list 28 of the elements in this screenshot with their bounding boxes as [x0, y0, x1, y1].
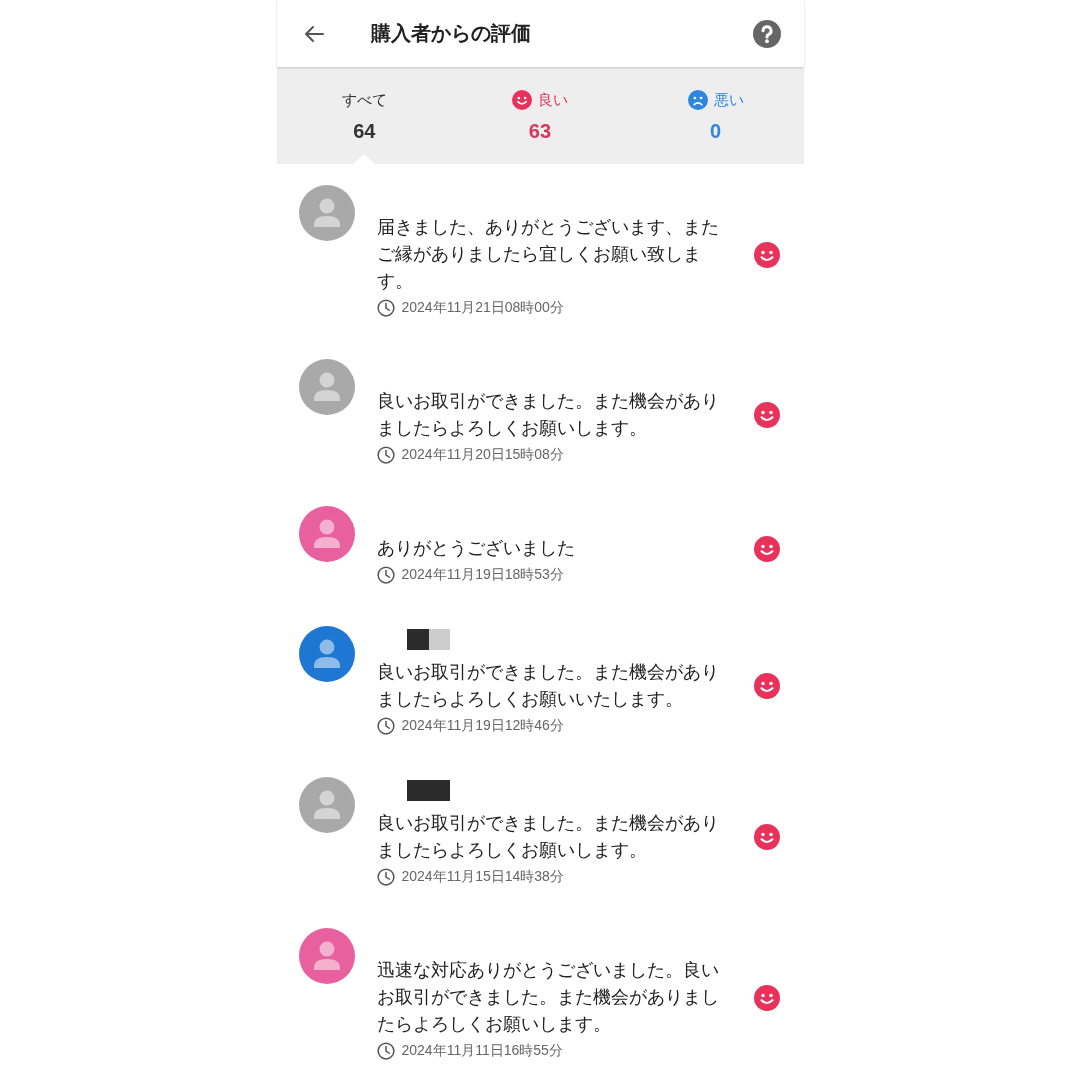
review-count: 64 — [353, 119, 376, 143]
clock-icon — [376, 717, 395, 735]
review-count: 0 — [710, 119, 722, 143]
filter-tab[interactable]: 良い 63 — [452, 67, 628, 164]
review-date: 2024年11月11日16時55分 — [401, 1042, 563, 1060]
review-comment: 迅速な対応ありがとうございました。良いお取引ができました。また機会がありましたらよろしくお願いします。 — [376, 959, 720, 1036]
review-date: 2024年11月21日08時00分 — [401, 299, 564, 317]
review-date: 2024年11月15日14時38分 — [401, 868, 564, 886]
review-comment: ありがとうございました — [376, 537, 576, 560]
review-count: 63 — [528, 119, 552, 143]
review-comment: 良いお取引ができました。また機会がありましたらよろしくお願いします。 — [376, 390, 720, 440]
page-title: 購入者からの評価 — [370, 21, 532, 46]
review-comment: 届きました、ありがとうございます、またご縁がありましたら宜しくお願い致します。 — [376, 216, 720, 293]
review-date: 2024年11月19日12時46分 — [401, 717, 564, 735]
clock-icon — [376, 446, 395, 464]
clock-icon — [376, 566, 395, 584]
review-comment: 良いお取引ができました。また機会がありましたらよろしくお願いいたします。 — [376, 661, 720, 711]
clock-icon — [376, 1042, 395, 1060]
review-date: 2024年11月19日18時53分 — [401, 566, 564, 584]
help-icon[interactable] — [752, 19, 781, 48]
clock-icon — [376, 868, 395, 886]
clock-icon — [376, 299, 395, 317]
filter-tab[interactable]: すべて 64 — [276, 67, 453, 164]
review-comment: 良いお取引ができました。また機会がありましたらよろしくお願いします。 — [376, 812, 720, 862]
filter-tab[interactable]: 悪い 0 — [627, 67, 804, 164]
review-date: 2024年11月20日15時08分 — [401, 446, 564, 464]
smile-icon — [512, 90, 532, 110]
frown-icon — [687, 90, 708, 110]
